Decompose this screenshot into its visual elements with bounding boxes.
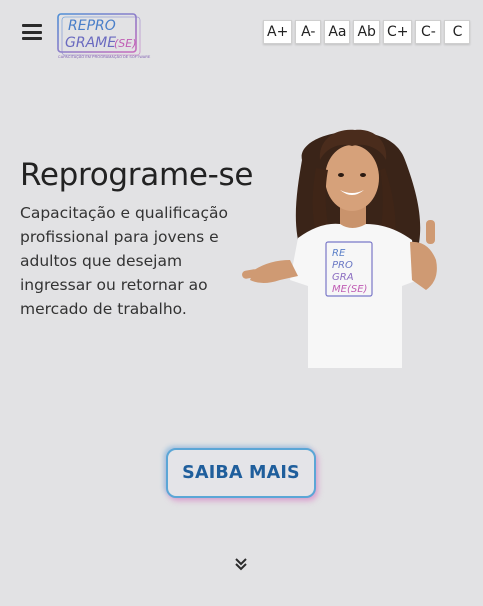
hero-title: Reprograme-se [20,157,254,193]
logo-line2: GRAME [65,35,116,51]
hero-description: Capacitação e qualificação profissional … [20,204,229,318]
shirt-print-3: GRA [332,272,354,283]
shirt-print-1: RE [332,248,346,259]
increase-font-button[interactable]: A+ [263,20,293,44]
dyslexic-font-button[interactable]: Ab [353,20,380,44]
decrease-contrast-button[interactable]: C- [415,20,442,44]
hamburger-menu-icon[interactable] [22,24,42,40]
logo-tagline: CAPACITAÇÃO EM PROGRAMAÇÃO DE SOFTWARE [58,55,151,59]
double-chevron-down-icon[interactable] [233,556,249,572]
hero-image: RE PRO GRA ME(SE) [240,120,450,370]
logo-line3: (SE) [114,37,137,50]
logo-line1: REPRO [68,18,116,34]
logo-graphic: REPRO GRAME (SE) [57,13,141,56]
reset-contrast-button[interactable]: C [444,20,471,44]
saiba-mais-button[interactable]: SAIBA MAIS [166,448,316,498]
shirt-print-2: PRO [332,260,353,271]
header: REPRO GRAME (SE) CAPACITAÇÃO EM PROGRAMA… [0,0,483,70]
logo[interactable]: REPRO GRAME (SE) CAPACITAÇÃO EM PROGRAMA… [56,12,151,62]
decrease-font-button[interactable]: A- [295,20,322,44]
increase-contrast-button[interactable]: C+ [382,20,413,44]
font-family-button[interactable]: Aa [324,20,351,44]
shirt-print-4: ME(SE) [332,284,367,295]
accessibility-toolbar: A+ A- Aa Ab C+ C- C [263,20,471,44]
woman-illustration: RE PRO GRA ME(SE) [242,129,437,368]
